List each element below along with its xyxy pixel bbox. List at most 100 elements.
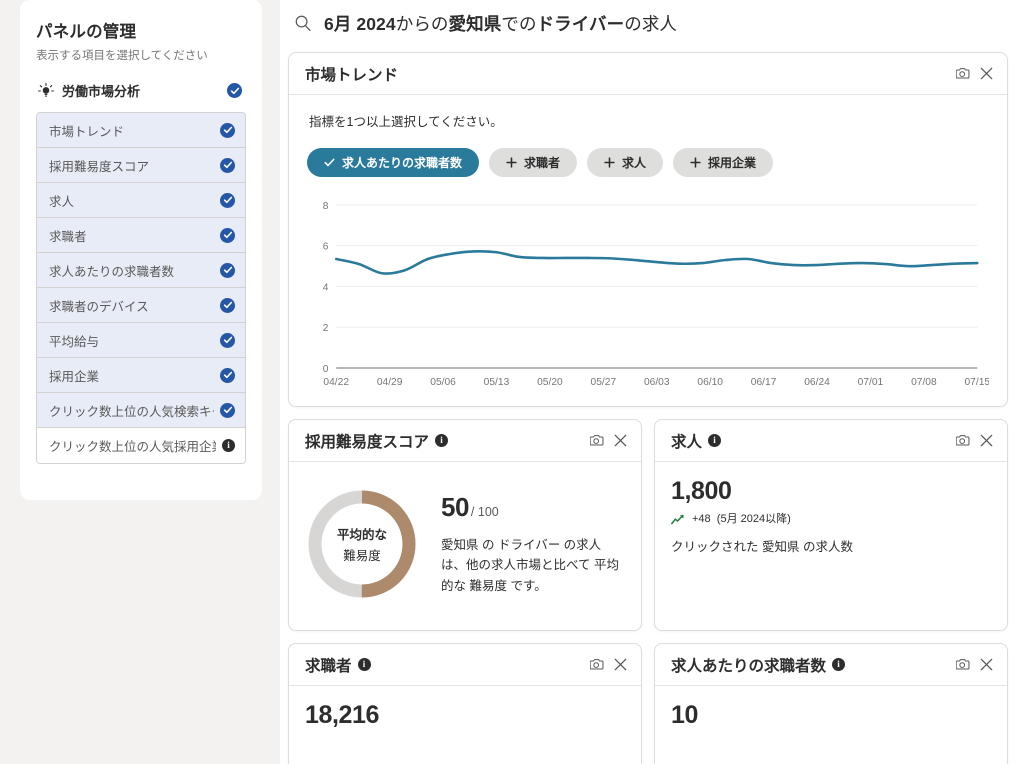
donut-label-bottom: 難易度 [343, 549, 381, 563]
app-root: パネルの管理 表示する項目を選択してください 労働市場分析 市場トレンド 採用難… [0, 0, 1024, 764]
panel-list-item[interactable]: 採用企業 [37, 358, 245, 393]
lightbulb-icon [38, 82, 54, 99]
x-axis-tick-label: 06/24 [804, 377, 830, 388]
camera-icon[interactable] [956, 66, 971, 81]
y-axis-tick-label: 4 [323, 282, 329, 293]
kpi-row-1: 採用難易度スコア i 平均的な 難易度 50 / 100 愛知県 の ドライバー… [288, 419, 1008, 631]
metric-pill[interactable]: 求職者 [489, 148, 578, 177]
panel-list-item[interactable]: 求人あたりの求職者数 [37, 253, 245, 288]
x-axis-tick-label: 04/22 [323, 377, 349, 388]
job-seekers-body: 18,216 [289, 686, 641, 764]
panel-list-item[interactable]: 求職者 [37, 218, 245, 253]
camera-icon[interactable] [590, 433, 605, 448]
panel-list-item[interactable]: 市場トレンド [37, 113, 245, 148]
search-title-segment: 愛知県 [448, 13, 502, 34]
panel-list-item-label: 採用企業 [49, 369, 100, 384]
x-axis-tick-label: 07/15 [965, 377, 989, 388]
donut-label-top: 平均的な [336, 528, 387, 542]
card-header: 求人 i [655, 420, 1007, 462]
panel-list-item[interactable]: 平均給与 [37, 323, 245, 358]
card-title: 求人 i [671, 430, 956, 452]
x-axis-tick-label: 07/01 [858, 377, 884, 388]
x-axis-tick-label: 05/27 [591, 377, 617, 388]
camera-icon[interactable] [590, 657, 605, 672]
x-axis-tick-label: 05/20 [537, 377, 563, 388]
check-icon[interactable] [220, 157, 235, 173]
close-icon[interactable] [614, 434, 627, 447]
card-actions [956, 433, 993, 448]
panel-list-item-label: 採用難易度スコア [49, 159, 150, 174]
camera-icon[interactable] [956, 657, 971, 672]
job-seekers-card: 求職者 i 18,216 [288, 643, 642, 764]
metric-pill-label: 採用企業 [708, 156, 757, 170]
info-icon[interactable]: i [435, 434, 449, 447]
donut-center-label: 平均的な 難易度 [303, 485, 421, 603]
info-icon[interactable]: i [708, 434, 722, 447]
y-axis-tick-label: 6 [323, 242, 329, 253]
y-axis-tick-label: 2 [323, 323, 329, 334]
close-icon[interactable] [614, 658, 627, 671]
card-header: 採用難易度スコア i [289, 420, 641, 462]
info-icon[interactable]: i [357, 658, 371, 671]
difficulty-score: 50 / 100 [441, 492, 623, 523]
metric-pill[interactable]: 採用企業 [673, 148, 774, 177]
metric-pill[interactable]: 求人 [587, 148, 664, 177]
search-title-segment: ドライバー [536, 13, 625, 34]
check-icon[interactable] [220, 367, 235, 383]
panel-list-item[interactable]: 求人 [37, 183, 245, 218]
jobs-delta: +48 (5月 2024以降) [671, 510, 989, 526]
hiring-difficulty-body: 平均的な 難易度 50 / 100 愛知県 の ドライバー の求人は、他の求人市… [289, 462, 641, 630]
panel-list-item[interactable]: 求職者のデバイス [37, 288, 245, 323]
check-icon[interactable] [227, 83, 242, 98]
market-trend-chart: 0 2 4 6 8 04/22 04/29 05/06 05/13 05/20 05/27 06/03… [307, 191, 989, 396]
camera-icon[interactable] [956, 433, 971, 448]
job-seekers-value: 18,216 [305, 701, 380, 729]
check-icon[interactable] [220, 402, 235, 418]
metric-pill-label: 求人あたりの求職者数 [342, 156, 463, 170]
panel-list-item[interactable]: クリック数上位の人気検索キー [37, 393, 245, 428]
hiring-difficulty-card: 採用難易度スコア i 平均的な 難易度 50 / 100 愛知県 の ドライバー… [288, 419, 642, 631]
card-title-text: 採用難易度スコア [305, 433, 430, 451]
metric-pill-label: 求人 [622, 156, 647, 170]
check-icon[interactable] [220, 192, 235, 208]
check-icon[interactable] [220, 227, 235, 243]
close-icon[interactable] [980, 434, 993, 447]
check-icon[interactable] [220, 122, 235, 138]
search-title-segment: からの [395, 13, 449, 34]
trend-up-icon [671, 512, 685, 525]
search-title-segment: 6月 2024 [324, 13, 396, 34]
check-icon[interactable] [220, 332, 235, 348]
x-axis-tick-label: 07/08 [911, 377, 937, 388]
metric-hint-text: 指標を1つ以上選択してください。 [309, 115, 503, 129]
card-title: 求人あたりの求職者数 i [671, 654, 956, 676]
plus-icon [690, 157, 701, 168]
panel-list-item[interactable]: 採用難易度スコア [37, 148, 245, 183]
metric-pill-group: 求人あたりの求職者数 求職者 求人 採用企業 [307, 148, 989, 177]
close-icon[interactable] [980, 658, 993, 671]
panel-list-item-label: クリック数上位の人気採用企業 [49, 440, 216, 454]
x-axis-tick-label: 06/17 [751, 377, 777, 388]
close-icon[interactable] [980, 67, 993, 80]
x-axis-tick-label: 05/06 [430, 377, 456, 388]
jobs-value: 1,800 [671, 477, 732, 505]
metric-pill[interactable]: 求人あたりの求職者数 [307, 148, 480, 177]
info-icon[interactable]: i [222, 439, 235, 452]
panel-list-item[interactable]: クリック数上位の人気採用企業 i [37, 428, 245, 463]
card-title: 採用難易度スコア i [305, 430, 590, 452]
seekers-per-job-card: 求人あたりの求職者数 i 10 [654, 643, 1008, 764]
plus-icon [506, 157, 517, 168]
panel-toggle-list: 市場トレンド採用難易度スコア 求人求職者 求人あたりの求職者数 求職者のデバイス 平均給… [36, 112, 246, 464]
sidebar-group-labor-market[interactable]: 労働市場分析 [36, 81, 246, 100]
card-actions [956, 657, 993, 672]
x-axis-tick-label: 05/13 [484, 377, 510, 388]
search-query-title: 6月 2024からの愛知県でのドライバーの求人 [324, 11, 677, 36]
search-icon[interactable] [294, 14, 312, 32]
panel-list-item-label: 求人 [49, 194, 75, 209]
check-icon[interactable] [220, 297, 235, 313]
manage-panels-card: パネルの管理 表示する項目を選択してください 労働市場分析 市場トレンド 採用難… [20, 0, 262, 500]
info-icon[interactable]: i [832, 658, 846, 671]
check-icon[interactable] [220, 262, 235, 278]
card-title-text: 求職者 [305, 657, 352, 675]
x-axis-tick-label: 04/29 [377, 377, 403, 388]
kpi-row-2: 求職者 i 18,216 求人あたりの求職者数 i 10 [288, 643, 1008, 764]
